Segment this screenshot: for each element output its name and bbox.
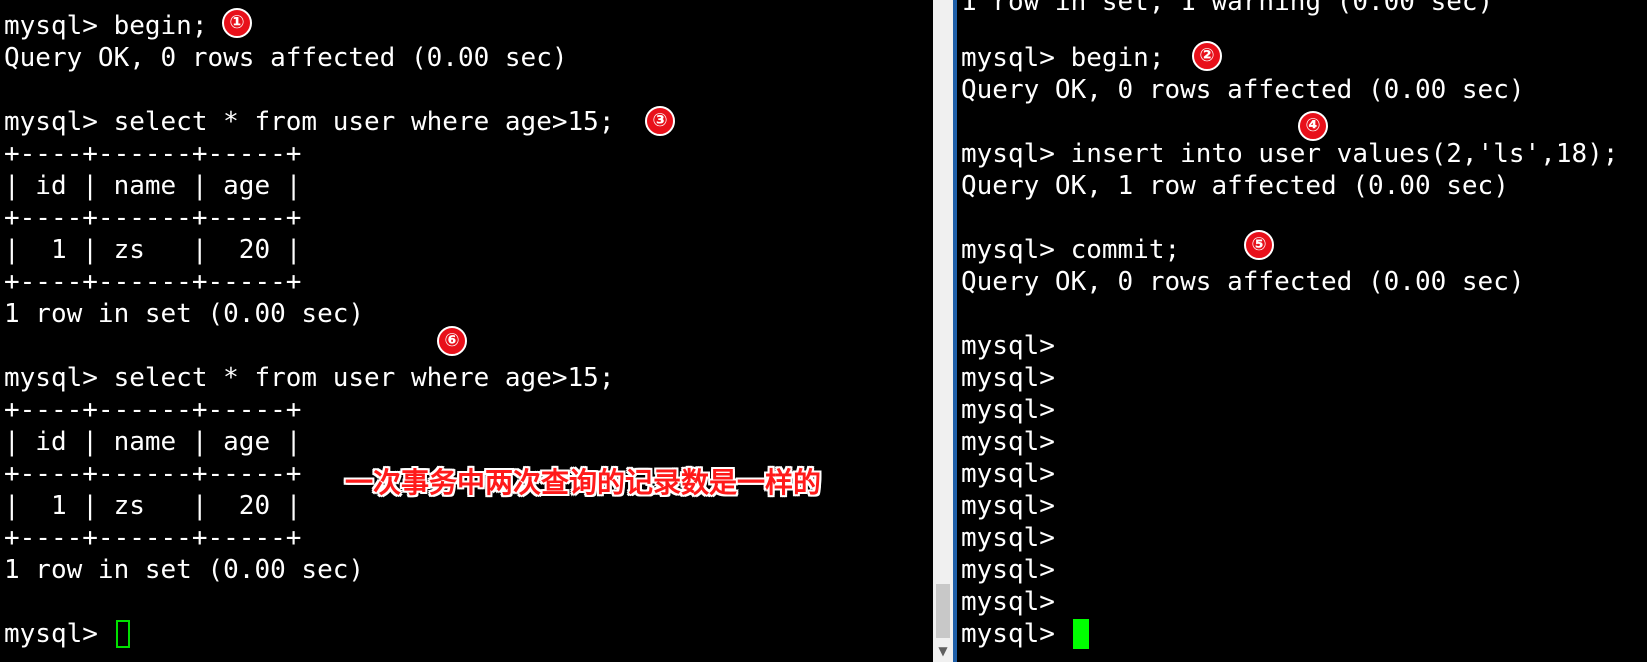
terminal-line: +----+------+-----+ [4,267,302,297]
terminal-line: 1 row in set (0.00 sec) [4,299,365,329]
terminal-line: 1 row in set, 1 warning (0.00 sec) [961,0,1494,17]
step-marker-6: ⑥ [437,326,467,356]
prompt-line[interactable]: mysql> [4,618,130,650]
scrollbar-thumb[interactable] [936,584,950,638]
terminal-line: +----+------+-----+ [4,139,302,169]
terminal-line: Query OK, 1 row affected (0.00 sec) [961,171,1509,201]
prompt-line[interactable]: mysql> [961,618,1089,650]
scroll-down-icon[interactable]: ▼ [933,642,953,660]
terminal-line: 1 row in set (0.00 sec) [4,555,365,585]
terminal-line: mysql> [961,331,1055,361]
step-marker-4: ④ [1298,111,1328,141]
prompt-text: mysql> [4,619,114,649]
terminal-line: mysql> insert into user values(2,'ls',18… [961,139,1619,169]
terminal-line: mysql> [961,523,1055,553]
terminal-line: mysql> [961,395,1055,425]
terminal-line: mysql> select * from user where age>15; [4,107,615,137]
right-terminal-pane[interactable]: 1 row in set, 1 warning (0.00 sec) mysql… [957,0,1647,662]
left-terminal-pane[interactable]: mysql> begin; Query OK, 0 rows affected … [0,0,933,662]
terminal-line: Query OK, 0 rows affected (0.00 sec) [961,267,1525,297]
terminal-line: mysql> [961,427,1055,457]
terminal-line: Query OK, 0 rows affected (0.00 sec) [4,43,568,73]
terminal-line: | 1 | zs | 20 | [4,235,302,265]
terminal-line: +----+------+-----+ [4,459,302,489]
terminal-line: mysql> select * from user where age>15; [4,363,615,393]
terminal-line: | id | name | age | [4,171,302,201]
terminal-line: mysql> begin; [4,11,208,41]
terminal-line: mysql> [961,587,1055,617]
terminal-cursor [1072,619,1089,649]
terminal-line: mysql> [961,555,1055,585]
terminal-line: mysql> [961,363,1055,393]
scrollbar-track[interactable] [935,2,951,640]
prompt-text: mysql> [961,619,1071,649]
step-marker-3: ③ [645,106,675,136]
terminal-line: | 1 | zs | 20 | [4,491,302,521]
step-marker-5: ⑤ [1244,230,1274,260]
terminal-line: mysql> [961,491,1055,521]
terminal-line: mysql> begin; [961,43,1165,73]
terminal-line: | id | name | age | [4,427,302,457]
terminal-cursor [115,620,130,648]
annotation-label: 一次事务中两次查询的记录数是一样的 [345,466,822,499]
terminal-line: +----+------+-----+ [4,395,302,425]
terminal-line: Query OK, 0 rows affected (0.00 sec) [961,75,1525,105]
terminal-screen: mysql> begin; Query OK, 0 rows affected … [0,0,1647,662]
terminal-line: +----+------+-----+ [4,523,302,553]
terminal-line: mysql> [961,459,1055,489]
terminal-line: +----+------+-----+ [4,203,302,233]
terminal-line: mysql> commit; [961,235,1181,265]
step-marker-2: ② [1192,41,1222,71]
step-marker-1: ① [222,8,252,38]
vertical-scrollbar[interactable]: ▼ [933,0,953,662]
